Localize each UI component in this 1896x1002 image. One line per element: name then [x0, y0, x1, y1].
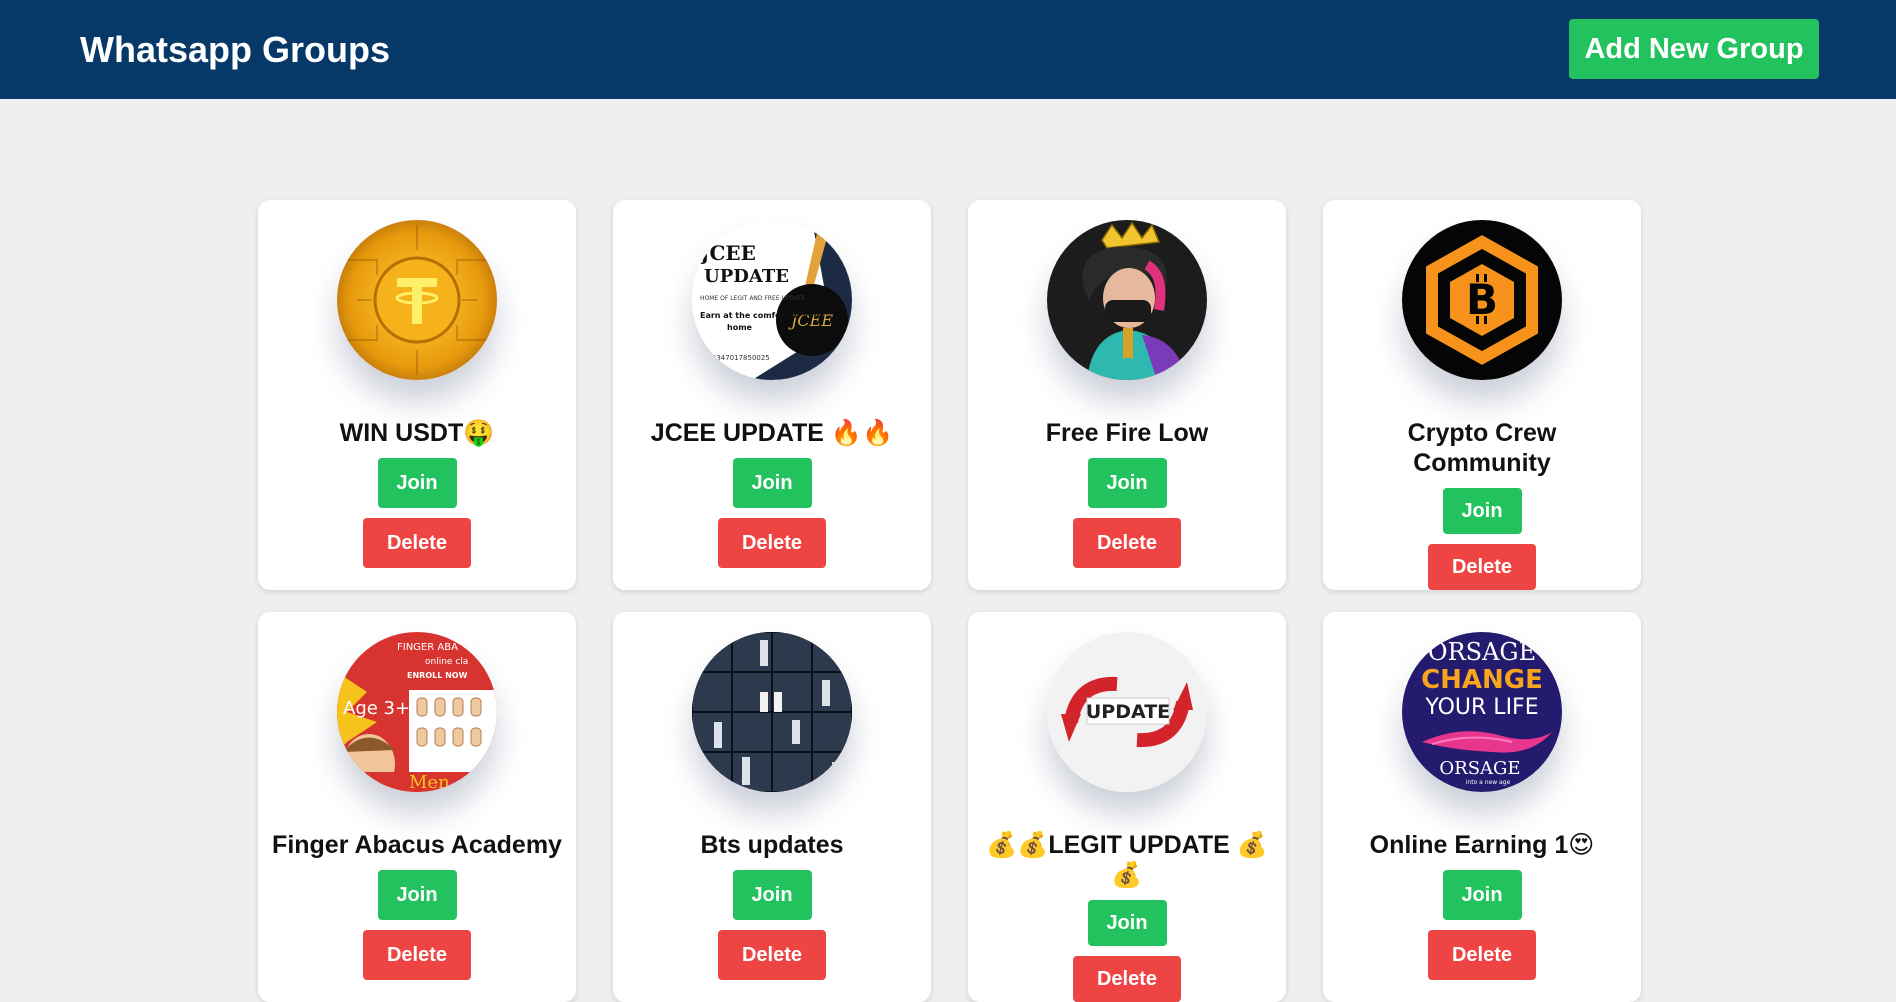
gamer-character-icon — [1047, 220, 1207, 380]
svg-text:online cla: online cla — [425, 657, 468, 667]
group-card: B Crypto Crew Community Join Delete — [1323, 200, 1641, 590]
svg-text:Earn at the comfort of your: Earn at the comfort of your — [700, 311, 823, 320]
svg-text:JCEE: JCEE — [698, 241, 756, 265]
tether-coin-icon — [337, 220, 497, 380]
group-card: FINGER ABA online cla ENROLL NOW Age 3+ … — [258, 612, 576, 1002]
delete-button[interactable]: Delete — [1428, 930, 1536, 980]
change-your-life-icon: ORSAGE CHANGE YOUR LIFE ORSAGE into a ne… — [1402, 632, 1562, 792]
svg-text:Age 3+: Age 3+ — [343, 698, 410, 719]
svg-text:CHANGE: CHANGE — [1421, 665, 1543, 695]
group-name: 💰💰LEGIT UPDATE 💰💰 — [986, 831, 1268, 889]
group-avatar: ORSAGE CHANGE YOUR LIFE ORSAGE into a ne… — [1402, 632, 1562, 792]
svg-text:ORSAGE: ORSAGE — [1428, 638, 1536, 666]
group-card: ORSAGE CHANGE YOUR LIFE ORSAGE into a ne… — [1323, 612, 1641, 1002]
group-name: Free Fire Low — [1045, 419, 1209, 447]
group-name: JCEE UPDATE 🔥🔥 — [650, 419, 894, 447]
abacus-flyer-icon: FINGER ABA online cla ENROLL NOW Age 3+ … — [337, 632, 497, 792]
jcee-flyer-icon: JCEE JCEE UPDATE HOME OF LEGIT AND FREE … — [692, 220, 852, 380]
group-card: Bts updates Join Delete — [613, 612, 931, 1002]
join-button[interactable]: Join — [1087, 458, 1167, 508]
delete-button[interactable]: Delete — [1073, 518, 1181, 568]
group-avatar — [1047, 220, 1207, 380]
bitcoin-hexagon-icon: B — [1402, 220, 1562, 380]
delete-button[interactable]: Delete — [1073, 956, 1181, 1002]
group-avatar — [692, 632, 852, 792]
group-avatar — [337, 220, 497, 380]
group-name: Crypto Crew Community — [1407, 419, 1557, 477]
svg-text:UPDATE: UPDATE — [704, 266, 789, 287]
group-card: WIN USDT🤑 Join Delete — [258, 200, 576, 590]
svg-text:home: home — [727, 323, 753, 332]
page-title: Whatsapp Groups — [80, 29, 391, 70]
svg-text:into a new age: into a new age — [1466, 779, 1511, 786]
group-avatar: B — [1402, 220, 1562, 380]
group-name: Finger Abacus Academy — [272, 831, 562, 859]
join-button[interactable]: Join — [377, 458, 457, 508]
join-button[interactable]: Join — [1442, 488, 1522, 534]
svg-text:YOUR LIFE: YOUR LIFE — [1424, 695, 1538, 720]
delete-button[interactable]: Delete — [363, 930, 471, 980]
svg-text:UPDATE: UPDATE — [1086, 701, 1170, 723]
svg-text:ORSAGE: ORSAGE — [1439, 758, 1520, 779]
svg-text:HOME OF LEGIT AND FREE UPDATE: HOME OF LEGIT AND FREE UPDATE — [700, 295, 805, 302]
update-arrows-icon: UPDATE — [1047, 632, 1207, 792]
group-name: Bts updates — [700, 831, 844, 859]
join-button[interactable]: Join — [377, 870, 457, 920]
top-header: Whatsapp Groups Add New Group — [0, 0, 1896, 99]
delete-button[interactable]: Delete — [718, 518, 826, 568]
delete-button[interactable]: Delete — [363, 518, 471, 568]
group-card: Free Fire Low Join Delete — [968, 200, 1286, 590]
join-button[interactable]: Join — [732, 458, 812, 508]
svg-text:B: B — [1466, 275, 1498, 324]
group-name: Online Earning 1😍 — [1369, 831, 1595, 859]
groups-grid: WIN USDT🤑 Join Delete JCEE JCEE UPDATE H… — [258, 200, 1643, 1002]
delete-button[interactable]: Delete — [718, 930, 826, 980]
join-button[interactable]: Join — [732, 870, 812, 920]
join-button[interactable]: Join — [1087, 900, 1167, 946]
group-avatar: UPDATE — [1047, 632, 1207, 792]
join-button[interactable]: Join — [1442, 870, 1522, 920]
group-avatar: JCEE JCEE UPDATE HOME OF LEGIT AND FREE … — [692, 220, 852, 380]
add-new-group-button[interactable]: Add New Group — [1569, 19, 1819, 79]
delete-button[interactable]: Delete — [1428, 544, 1536, 590]
svg-text:+2347017850025: +2347017850025 — [706, 354, 770, 362]
photo-collage-icon — [692, 632, 852, 792]
svg-text:ENROLL NOW: ENROLL NOW — [407, 671, 468, 680]
svg-text:FINGER ABA: FINGER ABA — [397, 642, 458, 653]
group-avatar: FINGER ABA online cla ENROLL NOW Age 3+ … — [337, 632, 497, 792]
svg-text:Men: Men — [409, 772, 450, 792]
group-name: WIN USDT🤑 — [339, 419, 495, 447]
group-card: UPDATE 💰💰LEGIT UPDATE 💰💰 Join Delete — [968, 612, 1286, 1002]
group-card: JCEE JCEE UPDATE HOME OF LEGIT AND FREE … — [613, 200, 931, 590]
